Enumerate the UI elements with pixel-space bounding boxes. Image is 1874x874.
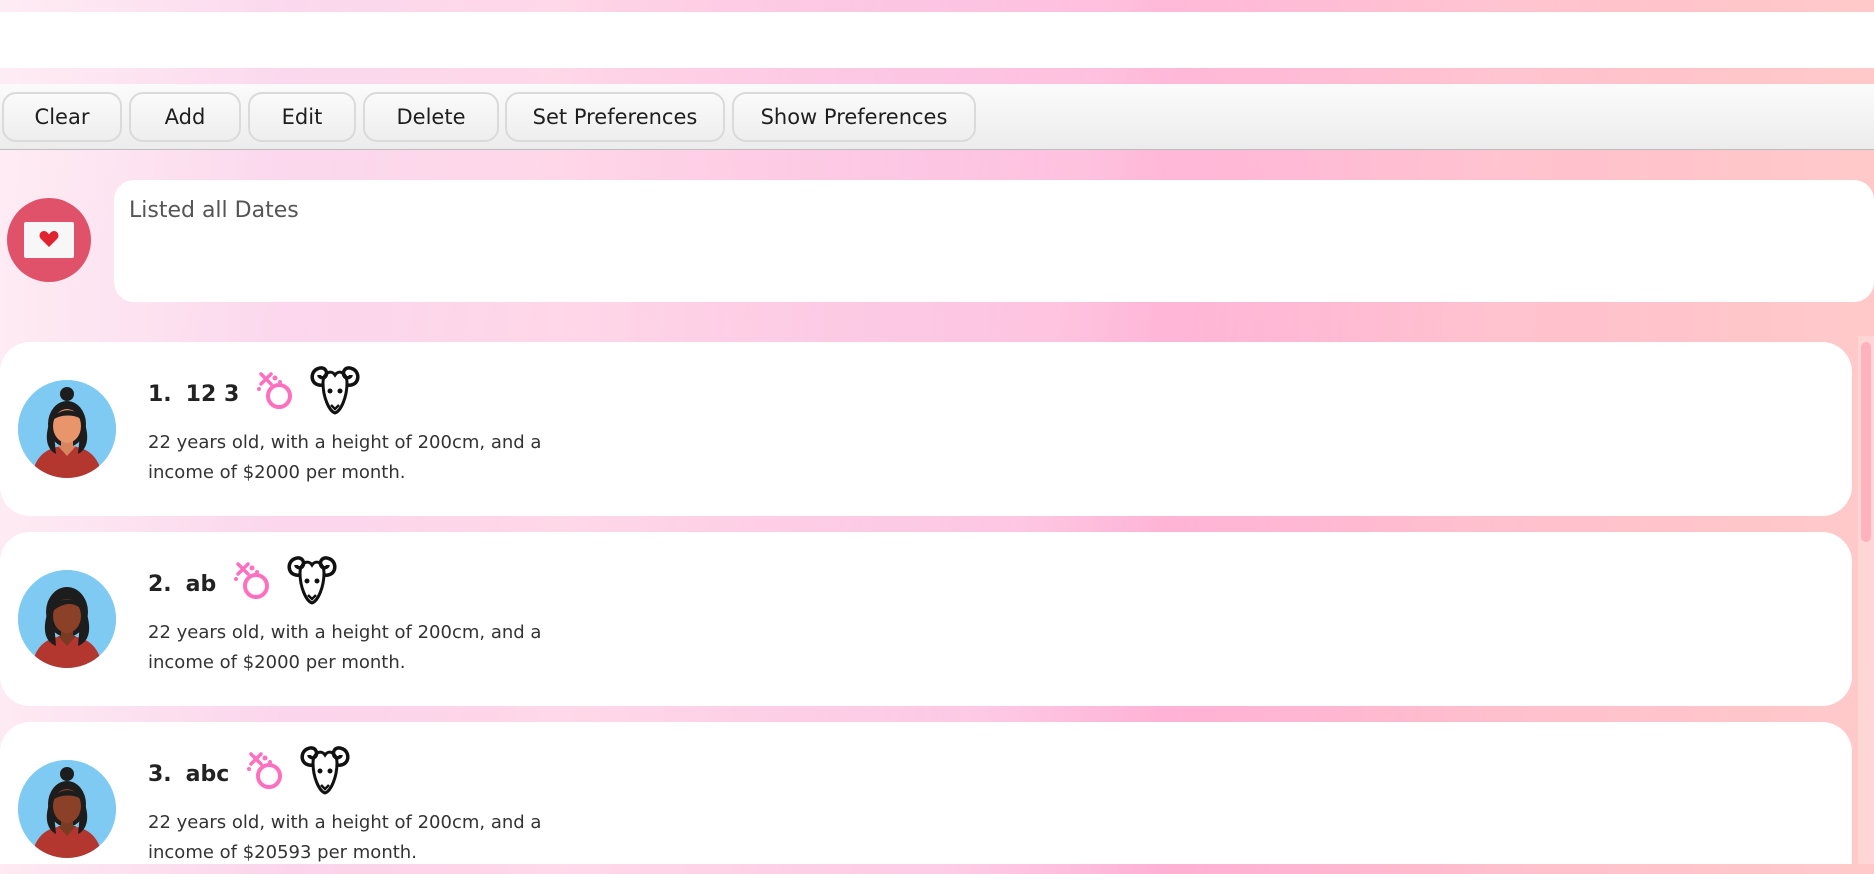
aries-ram-icon — [307, 365, 363, 423]
date-card[interactable]: 1. 12 3 22 years old, with a height of 2… — [0, 342, 1852, 516]
date-name: 12 3 — [185, 381, 240, 407]
result-text: Listed all Dates — [114, 180, 1874, 302]
date-title: 2. ab — [148, 556, 340, 605]
date-index: 1. — [148, 381, 172, 407]
aries-ram-icon — [284, 555, 340, 613]
command-input[interactable] — [0, 12, 1874, 68]
date-description: 22 years old, with a height of 200cm, an… — [148, 622, 542, 673]
date-card[interactable]: 3. abc 22 years old, with a height of 20… — [0, 722, 1852, 864]
add-button[interactable]: Add — [129, 92, 241, 142]
set-preferences-button[interactable]: Set Preferences — [505, 92, 725, 142]
woman-avatar — [18, 570, 116, 668]
edit-button[interactable]: Edit — [248, 92, 356, 142]
result-display: Listed all Dates — [0, 170, 1874, 310]
show-preferences-button[interactable]: Show Preferences — [732, 92, 976, 142]
female-gender-icon — [232, 560, 274, 608]
date-list: 1. 12 3 22 years old, with a height of 2… — [0, 340, 1852, 864]
female-gender-icon — [255, 370, 297, 418]
date-title: 1. 12 3 — [148, 366, 363, 415]
bottom-gradient-strip — [0, 864, 1874, 874]
scrollbar-thumb[interactable] — [1861, 342, 1871, 542]
delete-button[interactable]: Delete — [363, 92, 499, 142]
date-description: 22 years old, with a height of 200cm, an… — [148, 812, 542, 863]
date-name: abc — [185, 761, 230, 787]
list-scrollbar[interactable] — [1858, 336, 1874, 864]
clear-button[interactable]: Clear — [2, 92, 122, 142]
date-title: 3. abc — [148, 746, 353, 795]
date-name: ab — [185, 571, 217, 597]
top-gradient-strip — [0, 0, 1874, 12]
woman-avatar — [18, 380, 116, 478]
date-card[interactable]: 2. ab 22 years old, with a height of 200… — [0, 532, 1852, 706]
envelope-heart-icon — [7, 198, 91, 282]
toolbar: Clear Add Edit Delete Set Preferences Sh… — [0, 84, 1874, 150]
date-index: 2. — [148, 571, 172, 597]
date-index: 3. — [148, 761, 172, 787]
aries-ram-icon — [297, 745, 353, 803]
date-description: 22 years old, with a height of 200cm, an… — [148, 432, 542, 483]
woman-avatar — [18, 760, 116, 858]
female-gender-icon — [245, 750, 287, 798]
